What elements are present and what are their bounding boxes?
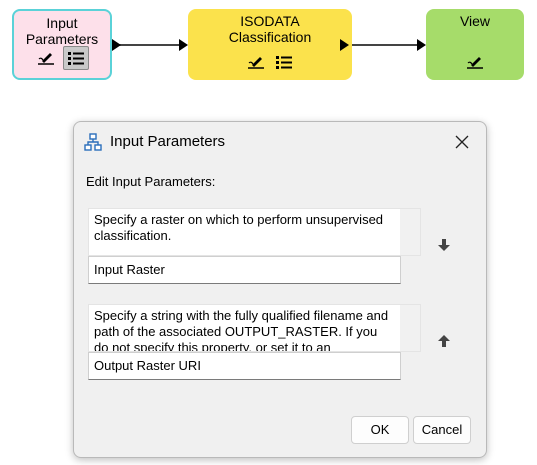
connector-line: [114, 44, 184, 46]
cancel-button[interactable]: Cancel: [413, 416, 471, 444]
view-node[interactable]: View: [426, 9, 524, 80]
dialog-titlebar[interactable]: Input Parameters: [74, 122, 486, 162]
node-title: ISODATA Classification: [228, 13, 312, 45]
arrow-head: [112, 39, 121, 51]
list-icon[interactable]: [273, 52, 295, 72]
edit-icon[interactable]: [245, 52, 267, 72]
input-parameters-node[interactable]: Input Parameters: [12, 9, 112, 80]
connector-line: [352, 44, 422, 46]
arrow-head: [179, 39, 188, 51]
isodata-classification-node[interactable]: ISODATA Classification: [188, 9, 352, 80]
parameter-description: Specify a string with the fully qualifie…: [88, 304, 421, 352]
description-text: Specify a raster on which to perform uns…: [94, 212, 384, 243]
arrow-head: [417, 39, 426, 51]
scrollbar[interactable]: [400, 209, 420, 255]
arrow-down-icon[interactable]: [435, 236, 453, 254]
edit-icon[interactable]: [35, 48, 57, 68]
arrow-up-icon[interactable]: [435, 332, 453, 350]
input-parameters-dialog: Input Parameters Edit Input Parameters: …: [73, 121, 487, 458]
node-title: Input Parameters: [25, 15, 99, 47]
parameter-description: Specify a raster on which to perform uns…: [88, 208, 421, 256]
parameter-name-field[interactable]: Output Raster URI: [88, 352, 401, 380]
list-icon[interactable]: [63, 46, 89, 70]
description-text: Specify a string with the fully qualifie…: [94, 308, 389, 352]
node-title: View: [459, 13, 491, 29]
workflow-icon: [84, 133, 102, 156]
dialog-title: Input Parameters: [110, 133, 226, 150]
parameter-name-field[interactable]: Input Raster: [88, 256, 401, 284]
edit-icon[interactable]: [464, 52, 486, 72]
close-icon[interactable]: [452, 132, 472, 152]
dialog-heading: Edit Input Parameters:: [86, 174, 216, 189]
ok-button[interactable]: OK: [351, 416, 409, 444]
arrow-head: [340, 39, 349, 51]
scrollbar[interactable]: [400, 305, 420, 351]
